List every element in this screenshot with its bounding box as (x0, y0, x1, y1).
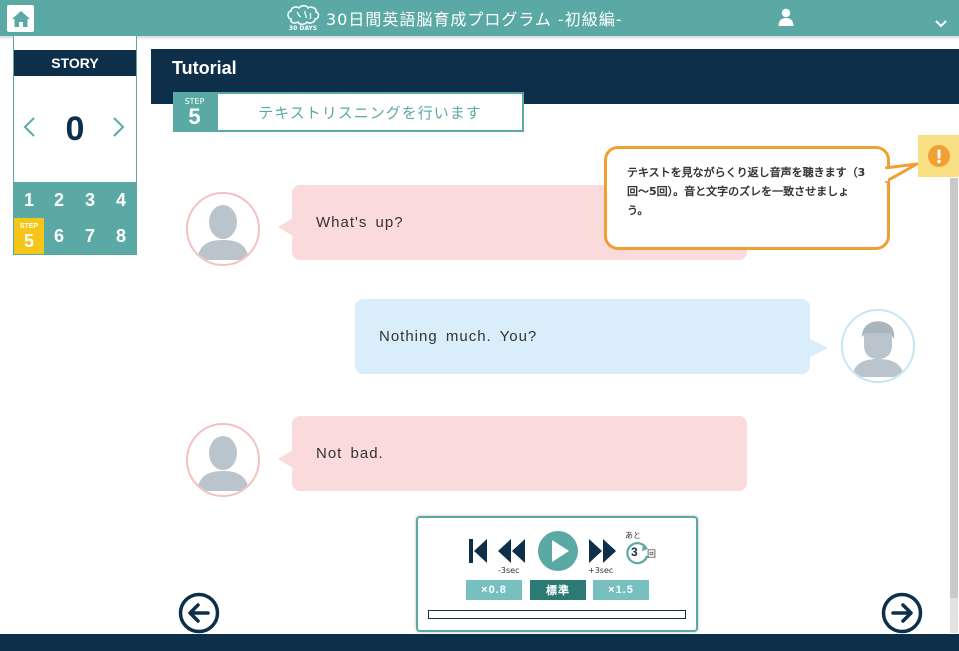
scrollbar-thumb[interactable] (950, 178, 958, 598)
story-sidebar: STORY 0 1 2 3 4 STEP 5 6 7 8 (13, 36, 137, 255)
rewind-label: -3sec (498, 566, 520, 575)
audio-player: -3sec +3sec あと 3 回 ×0.8 標準 ×1.5 (416, 516, 698, 632)
step-5-active[interactable]: STEP 5 (14, 218, 44, 254)
chevron-right-icon (113, 117, 125, 137)
repeat-counter: あと 3 回 (625, 531, 665, 572)
account-dropdown[interactable] (935, 13, 947, 32)
play-icon (538, 531, 578, 571)
app-title-text: 30日間英語脳育成プログラム -初級編- (326, 10, 623, 29)
footer-bar (0, 634, 959, 651)
step-7[interactable]: 7 (75, 218, 105, 254)
story-next-button[interactable] (112, 116, 126, 142)
speed-slow-button[interactable]: ×0.8 (466, 580, 522, 600)
chevron-down-icon (935, 20, 947, 28)
step-5-tag: STEP (19, 223, 39, 230)
prev-page-button[interactable] (178, 592, 220, 634)
playback-progress-bar[interactable] (428, 610, 686, 619)
step-3[interactable]: 3 (75, 182, 105, 218)
step-description: テキストリスニングを行います (216, 92, 524, 132)
fast-forward-button[interactable] (588, 538, 618, 568)
person-silhouette-icon (197, 436, 249, 491)
user-menu[interactable] (778, 8, 794, 30)
step-grid: 1 2 3 4 STEP 5 6 7 8 (14, 182, 136, 254)
speed-fast-button[interactable]: ×1.5 (593, 580, 649, 600)
arrow-right-circle-icon (881, 592, 923, 634)
step-5-number: 5 (23, 231, 34, 251)
brain-logo-icon (287, 4, 320, 25)
alert-icon (927, 145, 950, 167)
skip-to-start-icon (469, 539, 487, 563)
app-title: 30 DAYS 30日間英語脳育成プログラム -初級編- (286, 3, 623, 33)
speed-normal-button[interactable]: 標準 (530, 580, 586, 600)
skip-to-start-button[interactable] (468, 538, 488, 568)
hint-tooltip: テキストを見ながらくり返し音声を聴きます（3回〜5回）。音と文字のズレを一致させ… (604, 146, 890, 250)
forward-label: +3sec (588, 566, 614, 575)
step-6[interactable]: 6 (44, 218, 74, 254)
step-4[interactable]: 4 (106, 182, 136, 218)
repeat-unit: 回 (647, 550, 657, 560)
step-1[interactable]: 1 (14, 182, 44, 218)
person-silhouette-icon (197, 205, 249, 260)
top-bar: 30 DAYS 30日間英語脳育成プログラム -初級編- (0, 0, 959, 36)
brain-logo: 30 DAYS (286, 4, 320, 32)
bubble-tail-3 (278, 450, 293, 468)
arrow-left-circle-icon (178, 592, 220, 634)
rewind-icon (498, 539, 525, 563)
step-8[interactable]: 8 (106, 218, 136, 254)
chat-bubble-2: Nothing much. You? (355, 299, 810, 374)
person-silhouette-icon (852, 321, 904, 377)
avatar-left-2 (186, 423, 260, 497)
top-bar-shadow (0, 36, 959, 40)
step-2[interactable]: 2 (44, 182, 74, 218)
repeat-count: 3 (631, 545, 638, 559)
rewind-button[interactable] (496, 538, 526, 568)
page-title: Tutorial (172, 58, 237, 78)
avatar-left-1 (186, 192, 260, 266)
step-badge-number: 5 (188, 103, 201, 129)
avatar-right-1 (841, 309, 915, 383)
step-badge: STEP 5 (173, 92, 216, 132)
user-icon (778, 8, 794, 26)
story-header: STORY (14, 50, 136, 76)
home-button[interactable] (7, 5, 34, 32)
next-page-button[interactable] (881, 592, 923, 634)
home-icon (11, 10, 30, 27)
alert-button[interactable] (918, 135, 959, 177)
tooltip-tail (885, 162, 919, 184)
fast-forward-icon (589, 539, 616, 563)
bubble-tail-1 (278, 218, 293, 236)
story-navigator: 0 (14, 76, 136, 182)
logo-subtext: 30 DAYS (288, 24, 318, 32)
play-button[interactable] (537, 530, 579, 576)
bubble-tail-2 (810, 339, 828, 357)
chat-bubble-3: Not bad. (292, 416, 747, 491)
